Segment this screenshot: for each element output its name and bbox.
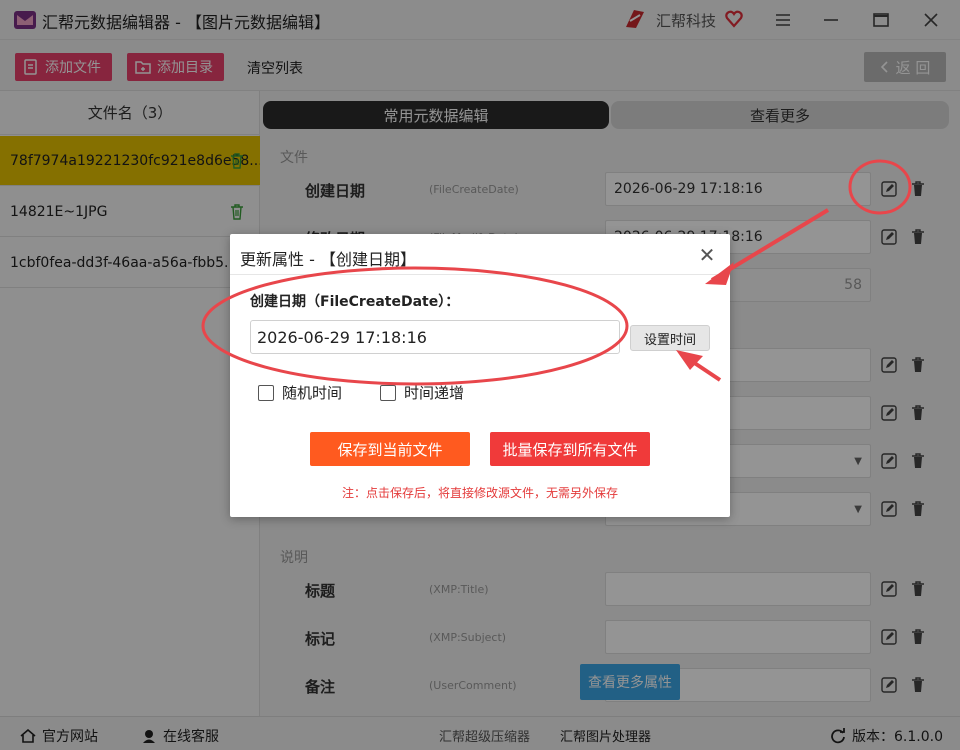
- update-property-dialog: 更新属性 - 【创建日期】 ✕ 创建日期（FileCreateDate）： 20…: [230, 234, 730, 517]
- dialog-divider: [230, 274, 730, 275]
- dialog-field-label: 创建日期（FileCreateDate）：: [250, 294, 460, 310]
- time-increment-label: 时间递增: [404, 384, 465, 402]
- batch-save-all-button[interactable]: 批量保存到所有文件: [490, 432, 650, 466]
- time-increment-checkbox[interactable]: 时间递增: [380, 382, 464, 403]
- save-current-file-button[interactable]: 保存到当前文件: [310, 432, 470, 466]
- create-date-value-input[interactable]: 2026-06-29 17:18:16: [250, 320, 620, 354]
- random-time-checkbox[interactable]: 随机时间: [258, 382, 342, 403]
- close-icon[interactable]: ✕: [696, 243, 718, 267]
- set-time-button[interactable]: 设置时间: [630, 325, 710, 351]
- dialog-title: 更新属性 - 【创建日期】: [240, 250, 416, 269]
- dialog-note: 注：点击保存后，将直接修改源文件，无需另外保存: [341, 486, 618, 500]
- checkbox-box[interactable]: [380, 384, 396, 401]
- random-time-label: 随机时间: [282, 384, 343, 402]
- checkbox-box[interactable]: [258, 384, 274, 401]
